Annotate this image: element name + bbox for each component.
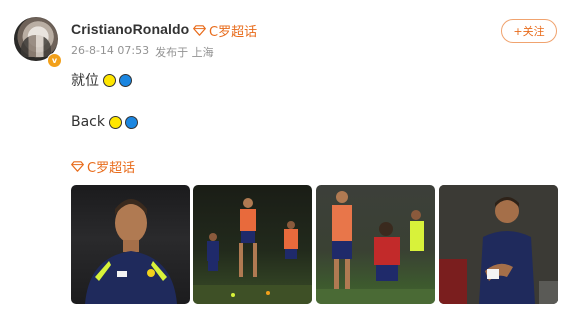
post-line-1-text: 就位 (71, 73, 99, 89)
post-image-2[interactable] (193, 185, 312, 304)
topic-tag-link[interactable]: C罗超话 (71, 157, 135, 176)
super-topic-link[interactable]: C罗超话 (193, 21, 257, 40)
post-line-2: Back (71, 114, 138, 130)
diamond-icon (193, 25, 206, 36)
follow-button[interactable]: +关注 (501, 19, 557, 43)
yellow-circle-emoji (109, 115, 122, 129)
verified-badge-icon: v (47, 53, 62, 68)
follow-label: +关注 (513, 25, 545, 38)
gym-player-graphic (439, 185, 558, 304)
blue-circle-emoji (119, 73, 132, 87)
post-meta: 26-8-14 07:53 发布于 上海 (71, 44, 214, 60)
username[interactable]: CristianoRonaldo (71, 21, 189, 37)
post-image-4[interactable] (439, 185, 558, 304)
post-line-1: 就位 (71, 70, 132, 90)
player-portrait-graphic (85, 199, 177, 304)
post-location: 发布于 上海 (155, 46, 214, 59)
yellow-circle-emoji (103, 73, 116, 87)
avatar-figures (21, 35, 51, 57)
super-topic-label: C罗超话 (209, 25, 258, 40)
blue-circle-emoji (125, 115, 138, 129)
post-line-2-text: Back (71, 114, 105, 130)
training-group-graphic (193, 198, 312, 304)
post-image-3[interactable] (316, 185, 435, 304)
post-image-1[interactable] (71, 185, 190, 304)
training-drill-graphic (316, 191, 435, 304)
diamond-icon (71, 161, 84, 172)
post-time[interactable]: 26-8-14 07:53 (71, 44, 149, 60)
topic-tag-label: C罗超话 (87, 161, 136, 176)
